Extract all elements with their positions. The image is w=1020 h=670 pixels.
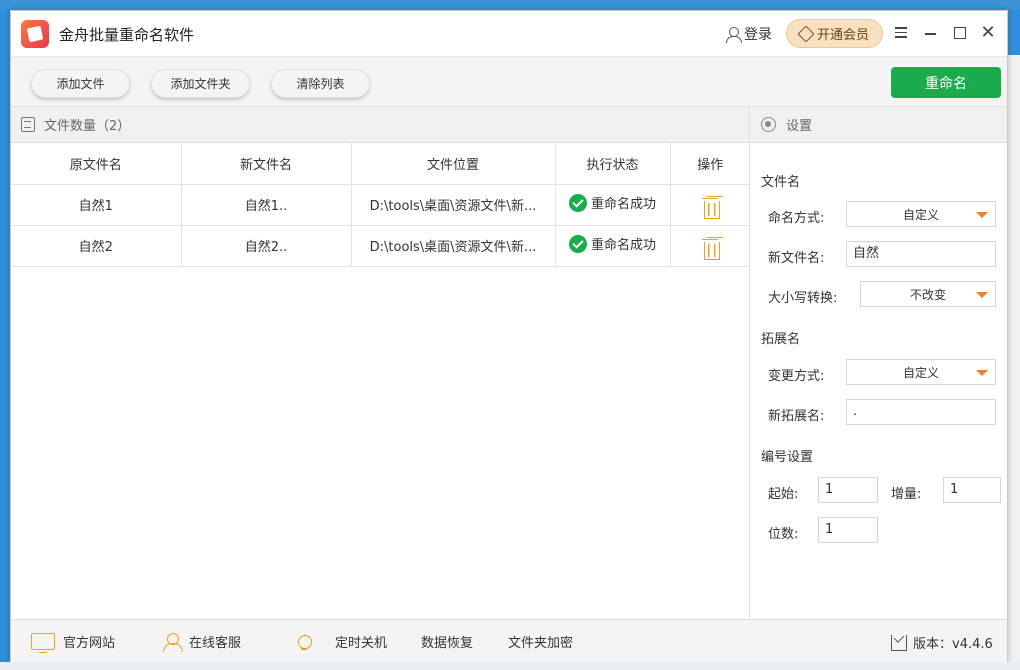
dropdown-caret-icon xyxy=(976,212,988,218)
start-input[interactable]: 1 xyxy=(818,477,878,503)
new-filename-label: 新文件名: xyxy=(768,251,825,266)
cell-location: D:\tools\桌面\资源文件\新... xyxy=(351,184,556,226)
dropdown-caret-icon xyxy=(976,370,988,376)
footer-bar: 官方网站 在线客服 定时关机 数据恢复 文件夹加密 版本：v4.4.6 xyxy=(11,619,1007,662)
title-bar: 金舟批量重命名软件 登录 开通会员 ✕ xyxy=(11,11,1007,56)
maximize-icon[interactable] xyxy=(951,24,969,42)
website-label: 官方网站 xyxy=(63,636,116,651)
monitor-icon xyxy=(31,633,55,653)
cell-status: 重命名成功 xyxy=(555,225,671,267)
column-header-status: 执行状态 xyxy=(555,143,671,185)
naming-mode-value: 自定义 xyxy=(902,207,939,222)
cell-original: 自然2 xyxy=(11,225,182,267)
change-mode-select[interactable]: 自定义 xyxy=(846,359,996,385)
folder-encrypt-link[interactable]: 文件夹加密 xyxy=(508,632,573,651)
status-label: 重命名成功 xyxy=(590,197,656,213)
change-mode-label: 变更方式: xyxy=(768,369,825,384)
close-icon[interactable]: ✕ xyxy=(979,24,997,42)
add-folder-button[interactable]: 添加文件夹 xyxy=(151,69,250,98)
cell-new: 自然1.. xyxy=(181,184,352,226)
official-website-link[interactable]: 官方网站 xyxy=(31,632,116,653)
service-label: 在线客服 xyxy=(189,636,242,651)
numbering-section-title: 编号设置 xyxy=(761,450,814,465)
desktop-taskbar-edge xyxy=(0,662,1020,670)
column-header-new: 新文件名 xyxy=(181,143,352,185)
check-circle-icon xyxy=(568,193,587,212)
download-icon xyxy=(891,634,907,651)
online-service-link[interactable]: 在线客服 xyxy=(163,632,242,652)
service-icon xyxy=(163,632,183,652)
vip-label: 开通会员 xyxy=(816,28,869,43)
column-header-action: 操作 xyxy=(670,143,750,185)
rename-button[interactable]: 重命名 xyxy=(891,67,1001,98)
app-title: 金舟批量重命名软件 xyxy=(59,26,195,44)
check-circle-icon xyxy=(568,234,587,253)
trash-icon[interactable] xyxy=(702,196,721,219)
version-label: 版本：v4.4.6 xyxy=(913,637,993,652)
add-file-button[interactable]: 添加文件 xyxy=(31,69,130,98)
cell-new: 自然2.. xyxy=(181,225,352,267)
table-row[interactable]: 自然2 自然2.. D:\tools\桌面\资源文件\新... 重命名成功 xyxy=(11,225,750,267)
table-row[interactable]: 自然1 自然1.. D:\tools\桌面\资源文件\新... 重命名成功 xyxy=(11,184,750,226)
column-header-location: 文件位置 xyxy=(351,143,556,185)
minimize-icon[interactable] xyxy=(922,24,940,42)
case-value: 不改变 xyxy=(909,287,946,302)
desktop-window-behind xyxy=(1008,55,1020,670)
bulb-icon xyxy=(295,633,313,651)
trash-icon[interactable] xyxy=(702,237,721,260)
data-recovery-link[interactable]: 数据恢复 xyxy=(421,632,473,651)
cell-action xyxy=(670,184,750,226)
digits-label: 位数: xyxy=(768,527,799,542)
cell-location: D:\tools\桌面\资源文件\新... xyxy=(351,225,556,267)
dropdown-caret-icon xyxy=(976,292,988,298)
shutdown-label: 定时关机 xyxy=(335,636,388,651)
increment-label: 增量: xyxy=(891,487,922,502)
change-mode-value: 自定义 xyxy=(902,365,939,380)
desktop-background xyxy=(0,0,1020,10)
file-list-panel: 文件数量（2） 原文件名 新文件名 文件位置 执行状态 操作 自然1 自然1.. xyxy=(11,107,750,619)
user-icon xyxy=(726,26,742,43)
table-header-row: 原文件名 新文件名 文件位置 执行状态 操作 xyxy=(11,143,750,185)
diamond-icon xyxy=(797,25,815,42)
doc-icon xyxy=(21,117,35,132)
naming-mode-label: 命名方式: xyxy=(768,211,825,226)
case-select[interactable]: 不改变 xyxy=(860,281,996,307)
vip-button[interactable]: 开通会员 xyxy=(786,19,883,48)
filename-section-title: 文件名 xyxy=(761,175,801,190)
naming-mode-select[interactable]: 自定义 xyxy=(846,201,996,227)
settings-panel: 设置 文件名 命名方式: 自定义 新文件名: 自然 大小写转换: 不改变 拓展名… xyxy=(750,107,1007,619)
app-window: 金舟批量重命名软件 登录 开通会员 ✕ 添加文件 添加文件夹 清除列表 重命名 … xyxy=(10,10,1008,662)
cell-original: 自然1 xyxy=(11,184,182,226)
status-label: 重命名成功 xyxy=(590,238,656,254)
digits-input[interactable]: 1 xyxy=(818,517,878,543)
increment-input[interactable]: 1 xyxy=(943,477,1001,503)
file-count-bar: 文件数量（2） xyxy=(11,107,749,143)
timed-shutdown-link[interactable]: 定时关机 xyxy=(295,632,387,651)
new-ext-label: 新拓展名: xyxy=(768,409,825,424)
toolbar: 添加文件 添加文件夹 清除列表 重命名 xyxy=(11,56,1007,107)
login-label: 登录 xyxy=(744,27,772,43)
column-header-original: 原文件名 xyxy=(11,143,182,185)
new-filename-input[interactable]: 自然 xyxy=(846,241,996,267)
cell-action xyxy=(670,225,750,267)
menu-icon[interactable] xyxy=(892,24,910,42)
login-button[interactable]: 登录 xyxy=(726,24,772,44)
new-ext-input[interactable]: . xyxy=(846,399,996,425)
start-label: 起始: xyxy=(768,487,799,502)
case-label: 大小写转换: xyxy=(768,291,838,306)
settings-title: 设置 xyxy=(786,119,813,134)
clear-list-button[interactable]: 清除列表 xyxy=(271,69,370,98)
file-table: 原文件名 新文件名 文件位置 执行状态 操作 自然1 自然1.. D:\tool… xyxy=(11,143,750,267)
file-count-label: 文件数量（2） xyxy=(44,119,131,134)
radio-icon xyxy=(761,117,776,132)
version-info[interactable]: 版本：v4.4.6 xyxy=(891,633,993,652)
settings-header: 设置 xyxy=(750,107,1007,143)
app-logo xyxy=(21,20,49,48)
ext-section-title: 拓展名 xyxy=(761,332,801,347)
cell-status: 重命名成功 xyxy=(555,184,671,226)
